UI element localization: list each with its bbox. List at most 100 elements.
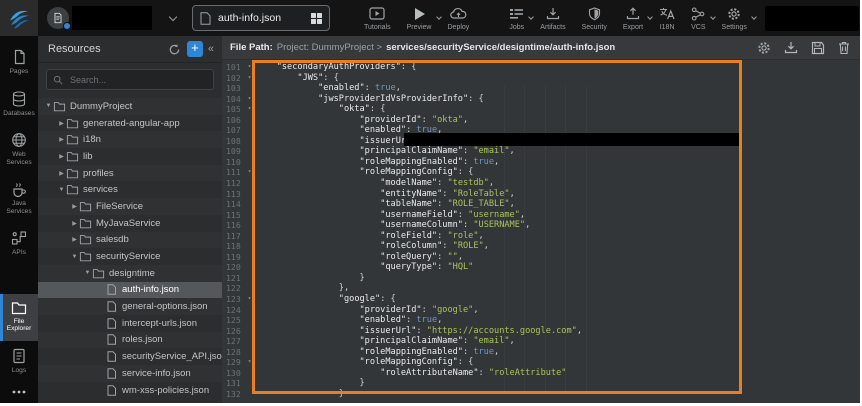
dashboard-grid-icon[interactable]	[311, 13, 322, 24]
tree-item-salesdb[interactable]: ▶salesdb	[38, 232, 222, 249]
toolbar-button-jobs[interactable]: Jobs	[501, 6, 532, 31]
code-line-127[interactable]: 127 "principalClaimName": "email",	[222, 336, 860, 347]
tree-item-lib[interactable]: ▶lib	[38, 148, 222, 165]
toolbar-button-export[interactable]: Export	[615, 6, 651, 31]
chevron-collapsed-icon[interactable]: ▶	[57, 120, 66, 127]
chevron-collapsed-icon[interactable]: ▶	[70, 220, 79, 227]
code-line-102[interactable]: 102▾ "JWS": {	[222, 73, 860, 84]
tree-item-securityservice-api-json[interactable]: securityService_API.json	[38, 348, 222, 365]
sidebar-item-file-explorer[interactable]: File Explorer	[0, 294, 38, 341]
tree-item-profiles[interactable]: ▶profiles	[38, 165, 222, 182]
chevron-expanded-icon[interactable]: ▼	[70, 254, 79, 260]
sidebar-item-more[interactable]	[0, 382, 38, 403]
download-icon[interactable]	[784, 41, 798, 54]
tree-item-general-options-json[interactable]: general-options.json	[38, 298, 222, 315]
save-icon[interactable]	[811, 41, 825, 55]
code-line-125[interactable]: 125 "enabled": true,	[222, 315, 860, 326]
toolbar-button-vcs[interactable]: VCS	[683, 6, 713, 31]
toolbar-button-settings[interactable]: Settings	[714, 6, 755, 31]
code-line-119[interactable]: 119 "roleQuery": "",	[222, 252, 860, 263]
chevron-collapsed-icon[interactable]: ▶	[57, 170, 66, 177]
tree-item-intercept-urls-json[interactable]: intercept-urls.json	[38, 315, 222, 332]
tree-item-services[interactable]: ▼services	[38, 181, 222, 198]
tree-item-fileservice[interactable]: ▶FileService	[38, 198, 222, 215]
code-editor[interactable]: 101▾ "secondaryAuthProviders": {102▾ "JW…	[222, 60, 860, 403]
code-line-101[interactable]: 101▾ "secondaryAuthProviders": {	[222, 62, 860, 73]
project-icon[interactable]	[47, 7, 69, 29]
code-line-113[interactable]: 113 "entityName": "RoleTable",	[222, 189, 860, 200]
fold-arrow-icon[interactable]: ▾	[243, 94, 256, 105]
chevron-collapsed-icon[interactable]: ▶	[70, 203, 79, 210]
search-input[interactable]	[68, 74, 207, 86]
tree-item-myjavaservice[interactable]: ▶MyJavaService	[38, 215, 222, 232]
code-line-118[interactable]: 118 "roleColumn": "ROLE",	[222, 241, 860, 252]
fold-arrow-icon[interactable]: ▾	[243, 167, 256, 178]
toolbar-button-artifacts[interactable]: Artifacts	[532, 6, 573, 31]
refresh-icon[interactable]	[166, 40, 184, 58]
code-line-123[interactable]: 123▾ "google": {	[222, 294, 860, 305]
project-dropdown-chevron-icon[interactable]	[169, 12, 177, 20]
code-line-106[interactable]: 106 "providerId": "okta",	[222, 115, 860, 126]
tree-item-i18n[interactable]: ▶i18n	[38, 131, 222, 148]
tree-item-dummyproject[interactable]: ▼DummyProject	[38, 98, 222, 115]
code-line-130[interactable]: 130 "roleAttributeName": "roleAttribute"	[222, 368, 860, 379]
chevron-expanded-icon[interactable]: ▼	[57, 187, 66, 193]
search-box[interactable]	[46, 69, 214, 90]
open-file-tab[interactable]: auth-info.json	[192, 5, 330, 31]
toolbar-button-i18n[interactable]: I18N	[651, 6, 683, 31]
toolbar-button-preview[interactable]: Preview	[399, 6, 440, 31]
wavemaker-logo[interactable]	[0, 0, 38, 36]
code-line-116[interactable]: 116 "usernameColumn": "USERNAME",	[222, 220, 860, 231]
line-number: 110	[222, 157, 243, 168]
code-line-120[interactable]: 120 "queryType": "HQL"	[222, 262, 860, 273]
code-line-115[interactable]: 115 "usernameField": "username",	[222, 210, 860, 221]
gear-icon[interactable]	[757, 41, 771, 55]
fold-arrow-icon[interactable]: ▾	[243, 104, 256, 115]
fold-arrow-icon[interactable]: ▾	[243, 73, 256, 84]
trash-icon[interactable]	[838, 41, 850, 55]
add-resource-button[interactable]: +	[187, 41, 203, 57]
code-line-132[interactable]: 132 }	[222, 389, 860, 400]
sidebar-item-logs[interactable]: Logs	[0, 341, 38, 383]
tree-item-designtime[interactable]: ▼designtime	[38, 265, 222, 282]
fold-arrow-icon[interactable]: ▾	[243, 357, 256, 368]
tree-item-service-info-json[interactable]: service-info.json	[38, 365, 222, 382]
code-line-121[interactable]: 121 }	[222, 273, 860, 284]
code-line-124[interactable]: 124 "providerId": "google",	[222, 305, 860, 316]
code-line-131[interactable]: 131 }	[222, 378, 860, 389]
tree-item-wm-xss-policies-json[interactable]: wm-xss-policies.json	[38, 382, 222, 399]
sidebar-item-java-services[interactable]: Java Services	[0, 174, 38, 223]
toolbar-button-security[interactable]: Security	[574, 6, 615, 31]
chevron-collapsed-icon[interactable]: ▶	[57, 136, 66, 143]
toolbar-button-tutorials[interactable]: Tutorials	[356, 6, 399, 31]
fold-arrow-icon[interactable]: ▾	[243, 294, 256, 305]
code-line-109[interactable]: 109 "principalClaimName": "email",	[222, 146, 860, 157]
code-line-128[interactable]: 128 "roleMappingEnabled": true,	[222, 347, 860, 358]
collapse-panel-icon[interactable]: «	[206, 43, 216, 55]
chevron-expanded-icon[interactable]: ▼	[44, 103, 53, 109]
code-line-111[interactable]: 111▾ "roleMappingConfig": {	[222, 167, 860, 178]
code-line-105[interactable]: 105▾ "okta": {	[222, 104, 860, 115]
code-line-104[interactable]: 104▾ "jwsProviderIdVsProviderInfo": {	[222, 94, 860, 105]
chevron-expanded-icon[interactable]: ▼	[83, 270, 92, 276]
code-line-129[interactable]: 129▾ "roleMappingConfig": {	[222, 357, 860, 368]
tree-item-generated-angular-app[interactable]: ▶generated-angular-app	[38, 115, 222, 132]
code-line-126[interactable]: 126 "issuerUrl": "https://accounts.googl…	[222, 326, 860, 337]
sidebar-item-web-services[interactable]: Web Services	[0, 125, 38, 174]
sidebar-item-databases[interactable]: Databases	[0, 84, 38, 126]
chevron-collapsed-icon[interactable]: ▶	[57, 153, 66, 160]
code-line-112[interactable]: 112 "modelName": "testdb",	[222, 178, 860, 189]
code-line-122[interactable]: 122 },	[222, 283, 860, 294]
tree-item-roles-json[interactable]: roles.json	[38, 332, 222, 349]
chevron-collapsed-icon[interactable]: ▶	[70, 236, 79, 243]
fold-arrow-icon[interactable]: ▾	[243, 62, 256, 73]
code-line-110[interactable]: 110 "roleMappingEnabled": true,	[222, 157, 860, 168]
sidebar-item-apis[interactable]: APIs	[0, 223, 38, 265]
tree-item-securityservice[interactable]: ▼securityService	[38, 248, 222, 265]
code-line-117[interactable]: 117 "roleField": "role",	[222, 231, 860, 242]
sidebar-item-pages[interactable]: Pages	[0, 42, 38, 84]
code-line-114[interactable]: 114 "tableName": "ROLE_TABLE",	[222, 199, 860, 210]
toolbar-button-deploy[interactable]: Deploy	[440, 6, 478, 31]
tree-item-auth-info-json[interactable]: auth-info.json	[38, 282, 222, 299]
code-line-103[interactable]: 103 "enabled": true,	[222, 83, 860, 94]
